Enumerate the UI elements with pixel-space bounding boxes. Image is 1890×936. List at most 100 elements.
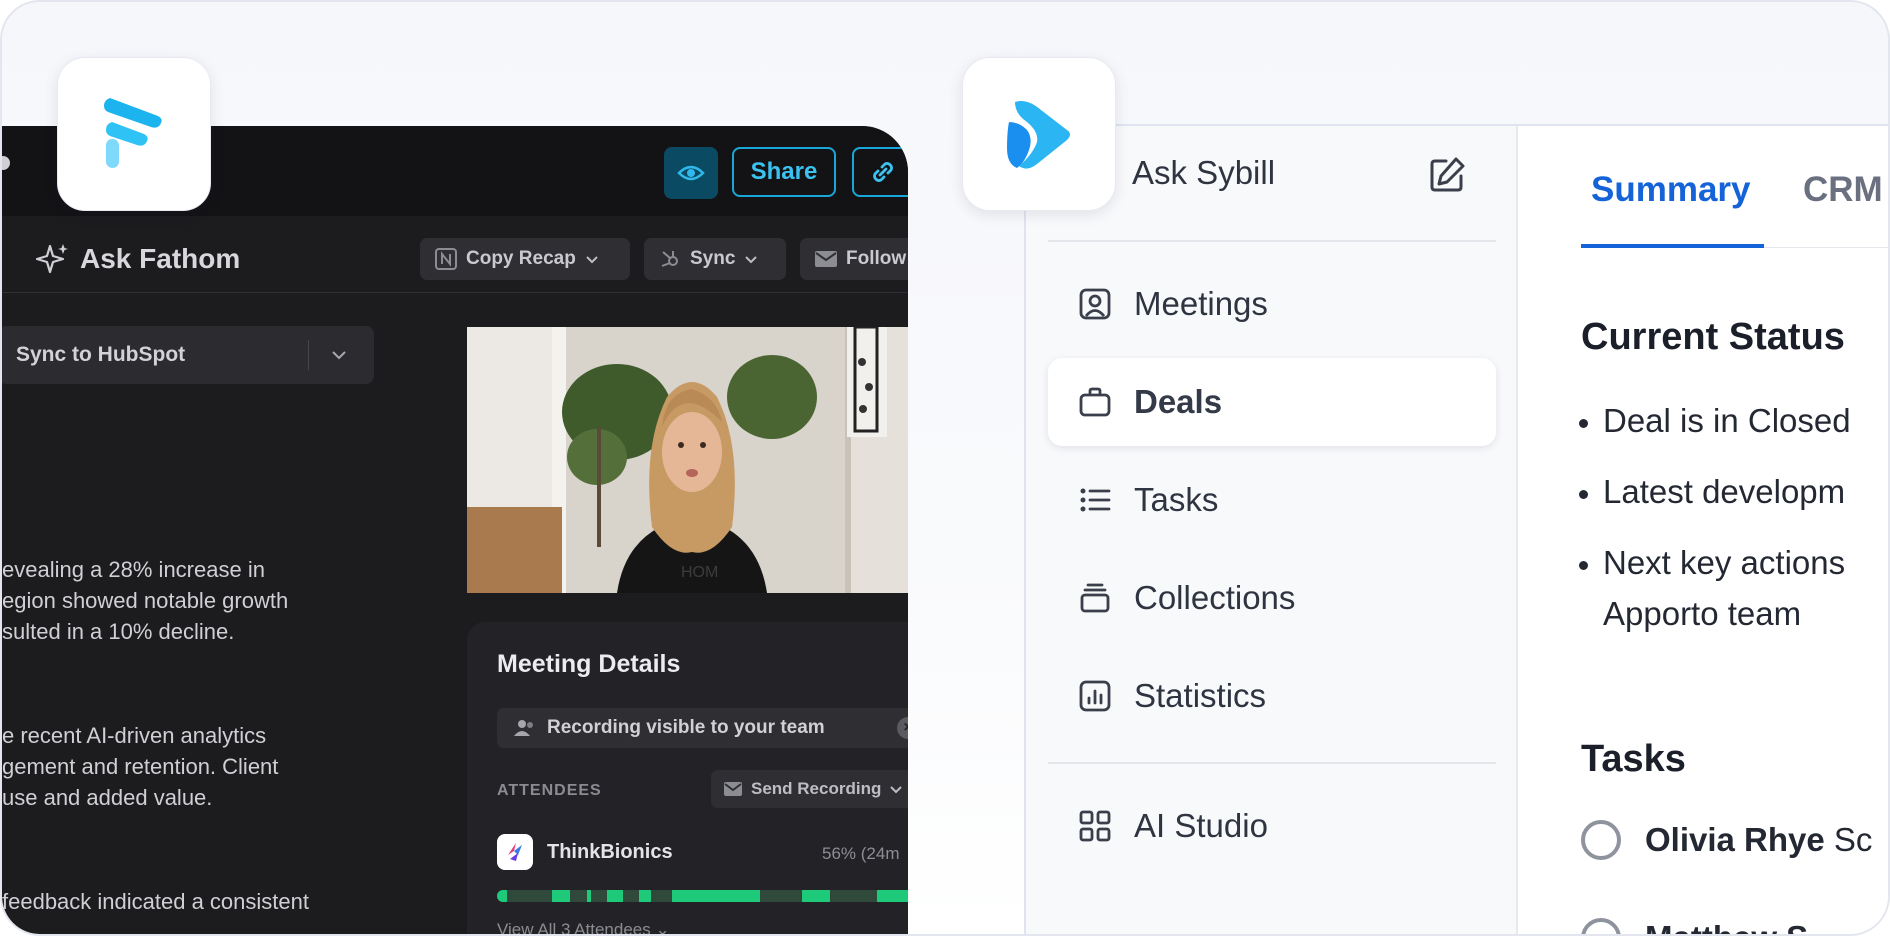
eye-icon[interactable] bbox=[664, 147, 718, 199]
sidebar-item-ai-studio[interactable]: AI Studio bbox=[1048, 782, 1496, 870]
sidebar-divider bbox=[1048, 762, 1496, 764]
talk-segment bbox=[672, 890, 760, 902]
mail-icon bbox=[724, 782, 742, 796]
mail-icon bbox=[815, 251, 837, 267]
meeting-details-title: Meeting Details bbox=[497, 650, 681, 678]
sidebar-item-label: Statistics bbox=[1134, 677, 1267, 714]
edit-icon[interactable] bbox=[1426, 154, 1468, 196]
summary-text-line: e recent AI-driven analytics bbox=[2, 723, 267, 748]
send-recording-label: Send Recording bbox=[751, 779, 882, 798]
task-row[interactable]: Olivia Rhye Sc bbox=[1581, 820, 1872, 860]
sybill-app-panel: Ask Sybill Meetings Deals Tasks Collecti… bbox=[1024, 124, 1888, 934]
attendee-name: ThinkBionics bbox=[547, 840, 673, 863]
chevron-down-icon bbox=[890, 786, 903, 794]
ask-fathom-button[interactable]: Ask Fathom bbox=[36, 242, 240, 276]
copy-link-button[interactable] bbox=[852, 147, 908, 197]
link-icon bbox=[873, 162, 893, 182]
sidebar-item-label: Collections bbox=[1134, 579, 1296, 616]
sidebar-item-label: Deals bbox=[1134, 383, 1223, 420]
summary-text-line: egion showed notable growth bbox=[2, 588, 289, 613]
hubspot-icon bbox=[661, 251, 678, 267]
talk-segment bbox=[587, 890, 591, 902]
view-all-label: View All 3 Attendees bbox=[497, 920, 651, 936]
talk-segment bbox=[639, 890, 651, 902]
sybill-logo-icon bbox=[962, 57, 1116, 211]
copy-recap-button[interactable]: Copy Recap bbox=[420, 238, 630, 280]
meeting-video-thumbnail[interactable]: HOM bbox=[467, 327, 908, 593]
contact-card-icon bbox=[1079, 288, 1111, 320]
sync-label: Sync bbox=[690, 248, 736, 269]
summary-text-line: gement and retention. Client bbox=[2, 754, 279, 779]
ask-sybill-label[interactable]: Ask Sybill bbox=[1132, 154, 1275, 192]
svg-text:HOM: HOM bbox=[681, 564, 718, 581]
task-checkbox[interactable] bbox=[1581, 918, 1621, 934]
active-tab-indicator bbox=[1581, 244, 1764, 248]
sync-to-hubspot-dropdown[interactable]: Sync to HubSpot bbox=[2, 326, 374, 384]
summary-text-line: sulted in a 10% decline. bbox=[2, 619, 235, 644]
sidebar-item-deals[interactable]: Deals bbox=[1048, 358, 1496, 446]
talk-time-bar bbox=[497, 890, 908, 902]
attendees-label: ATTENDEES bbox=[497, 782, 602, 799]
status-bullet-continuation: Apporto team bbox=[1603, 595, 1802, 632]
thinkbionics-logo-icon bbox=[497, 834, 533, 870]
screenshot-frame: Share Ask Fathom Copy Recap Sync Follow … bbox=[0, 0, 1890, 936]
talk-segment bbox=[497, 890, 507, 902]
talk-segment bbox=[607, 890, 623, 902]
fathom-app-panel: Share Ask Fathom Copy Recap Sync Follow … bbox=[2, 126, 908, 936]
close-icon[interactable]: × bbox=[897, 717, 908, 739]
sidebar-divider bbox=[1048, 240, 1496, 242]
sidebar-item-collections[interactable]: Collections bbox=[1048, 554, 1496, 642]
current-status-heading: Current Status bbox=[1581, 316, 1845, 358]
attendee-talk-share: 56% (24m bbox=[822, 844, 900, 863]
bar-chart-icon bbox=[1079, 680, 1111, 712]
summary-text-line: feedback indicated a consistent bbox=[2, 889, 309, 914]
send-recording-button[interactable]: Send Recording bbox=[711, 770, 908, 808]
copy-recap-label: Copy Recap bbox=[466, 248, 576, 269]
grid-icon bbox=[1079, 810, 1111, 842]
follow-up-button[interactable]: Follow bbox=[800, 238, 908, 280]
chevron-down-icon bbox=[332, 351, 346, 360]
status-bullet: Deal is in Closed bbox=[1579, 402, 1851, 439]
task-row[interactable]: Matthew S bbox=[1581, 918, 1808, 934]
chevron-down-icon: ⌄ bbox=[655, 920, 670, 936]
attendee-row[interactable]: ThinkBionics bbox=[497, 834, 673, 870]
sync-to-hubspot-label: Sync to HubSpot bbox=[16, 343, 186, 366]
follow-label: Follow bbox=[846, 248, 907, 269]
tasks-heading: Tasks bbox=[1581, 738, 1686, 780]
recording-visibility-pill[interactable]: Recording visible to your team × bbox=[497, 708, 908, 748]
talk-segment bbox=[802, 890, 830, 902]
fathom-toolbar: Ask Fathom Copy Recap Sync Follow bbox=[2, 216, 908, 293]
share-button[interactable]: Share bbox=[732, 147, 836, 197]
sync-button[interactable]: Sync bbox=[644, 238, 786, 280]
sparkle-icon bbox=[36, 244, 68, 274]
task-assignee: Matthew S bbox=[1645, 919, 1808, 934]
recording-visibility-label: Recording visible to your team bbox=[547, 717, 825, 738]
tab-crm[interactable]: CRM bbox=[1803, 170, 1883, 210]
sidebar-item-label: Meetings bbox=[1134, 285, 1268, 322]
users-icon bbox=[514, 720, 533, 736]
view-all-attendees-link[interactable]: View All 3 Attendees ⌄ bbox=[497, 920, 670, 936]
talk-segment bbox=[552, 890, 570, 902]
talk-segment bbox=[877, 890, 908, 902]
sidebar-item-label: Tasks bbox=[1134, 481, 1219, 518]
stack-icon bbox=[1080, 583, 1110, 613]
briefcase-icon bbox=[1079, 387, 1111, 417]
status-bullet: Next key actions bbox=[1578, 544, 1846, 581]
notion-icon bbox=[435, 248, 457, 270]
task-checkbox[interactable] bbox=[1581, 820, 1621, 860]
dropdown-divider bbox=[308, 340, 309, 370]
fathom-logo-icon bbox=[57, 57, 211, 211]
sidebar-item-tasks[interactable]: Tasks bbox=[1048, 456, 1496, 544]
task-text: Sc bbox=[1833, 821, 1873, 858]
tab-summary[interactable]: Summary bbox=[1591, 170, 1751, 210]
chevron-down-icon bbox=[586, 256, 598, 264]
chevron-down-icon bbox=[745, 256, 758, 264]
task-assignee: Olivia Rhye bbox=[1645, 821, 1825, 858]
window-control-dot[interactable] bbox=[2, 156, 10, 170]
sidebar-item-statistics[interactable]: Statistics bbox=[1048, 652, 1496, 740]
sidebar-item-meetings[interactable]: Meetings bbox=[1048, 260, 1496, 348]
list-icon bbox=[1080, 488, 1111, 512]
meeting-details-card: Meeting Details Recording visible to you… bbox=[467, 622, 908, 936]
sybill-sidebar: Ask Sybill Meetings Deals Tasks Collecti… bbox=[1026, 126, 1518, 934]
summary-text-line: use and added value. bbox=[2, 785, 213, 810]
